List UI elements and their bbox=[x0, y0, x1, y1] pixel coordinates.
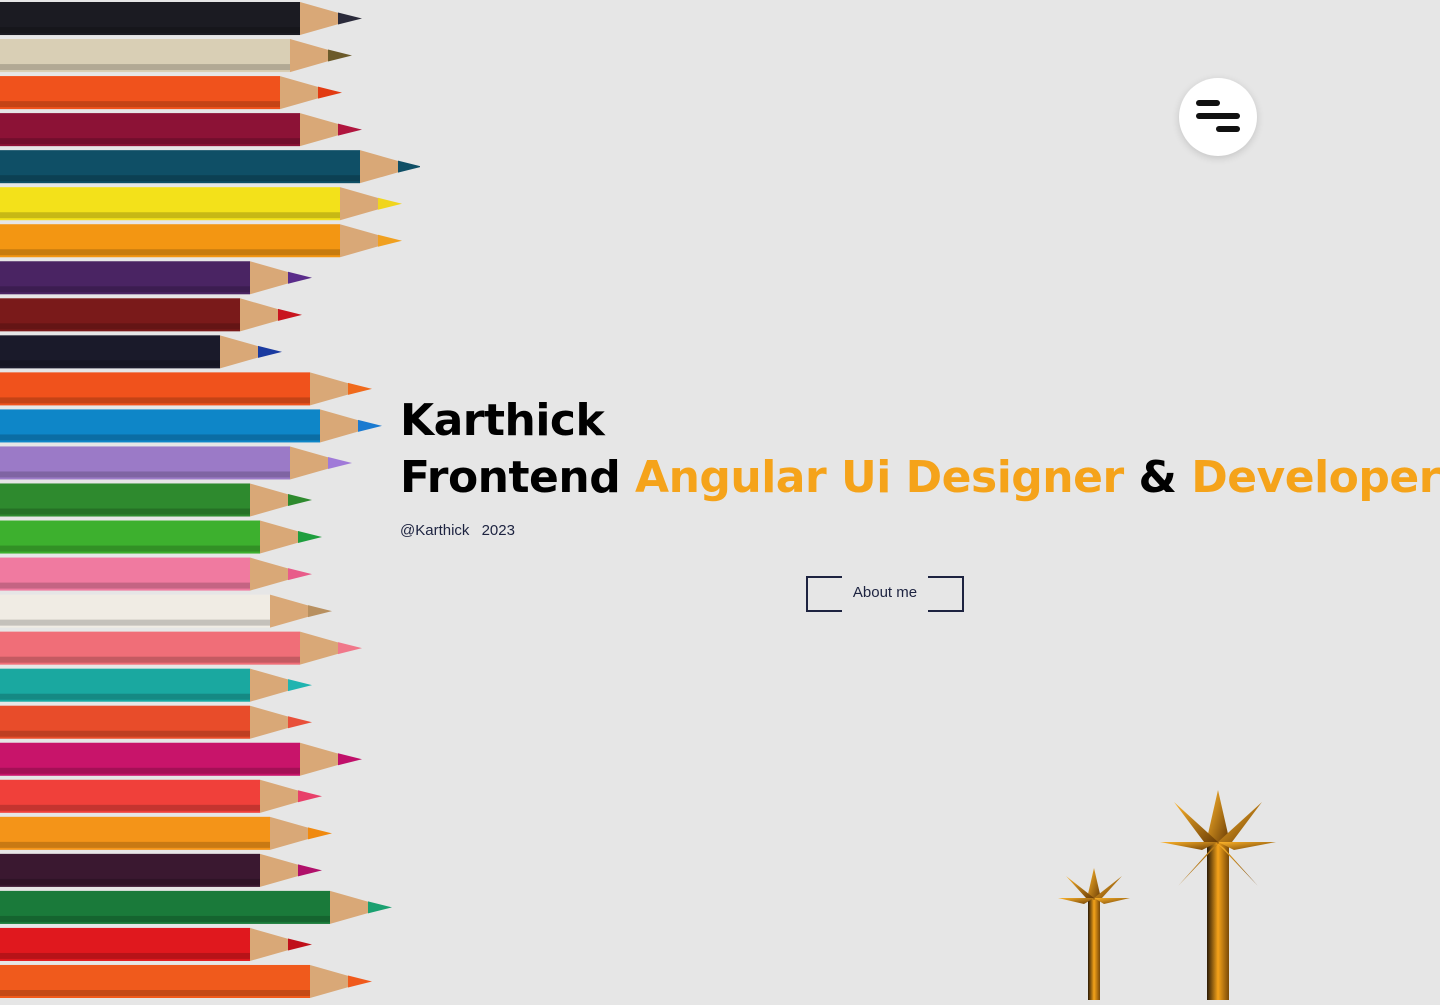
pencils-illustration bbox=[0, 2, 420, 998]
pencil bbox=[0, 150, 420, 184]
pencil bbox=[0, 335, 282, 369]
large-palm bbox=[1160, 790, 1276, 1000]
hero-role: Frontend Angular Ui Designer & Developer bbox=[400, 448, 1440, 508]
menu-icon-bar bbox=[1216, 126, 1240, 132]
role-connector: & bbox=[1138, 452, 1177, 503]
pencil bbox=[0, 113, 362, 147]
pencil bbox=[0, 409, 382, 443]
pencil bbox=[0, 298, 302, 332]
pencil bbox=[0, 372, 372, 406]
palm-trees-illustration bbox=[1058, 790, 1276, 1005]
small-palm bbox=[1058, 868, 1130, 1005]
pencil bbox=[0, 557, 312, 591]
pencil bbox=[0, 853, 322, 887]
pencil bbox=[0, 520, 322, 554]
pencil bbox=[0, 594, 332, 628]
palm-trees-decoration bbox=[1040, 780, 1290, 1005]
credit-handle: @Karthick bbox=[400, 522, 470, 539]
menu-icon-bar bbox=[1196, 113, 1240, 119]
pencil bbox=[0, 76, 342, 110]
about-me-label: About me bbox=[852, 584, 918, 601]
pencil bbox=[0, 631, 362, 665]
pencil bbox=[0, 2, 362, 36]
pencil bbox=[0, 224, 402, 258]
pencil bbox=[0, 927, 312, 961]
pencil bbox=[0, 483, 312, 517]
pencil bbox=[0, 261, 312, 295]
pencil bbox=[0, 890, 392, 924]
pencil bbox=[0, 742, 362, 776]
menu-button[interactable] bbox=[1179, 78, 1257, 156]
pencil bbox=[0, 816, 332, 850]
role-prefix: Frontend bbox=[400, 452, 621, 503]
role-accent-designer: Angular Ui Designer bbox=[635, 452, 1124, 503]
colored-pencils-image bbox=[0, 0, 420, 1000]
pencil bbox=[0, 779, 322, 813]
pencil bbox=[0, 964, 372, 998]
pencil bbox=[0, 446, 352, 480]
pencil bbox=[0, 705, 312, 739]
hero-name: Karthick bbox=[400, 395, 605, 446]
role-accent-developer: Developer bbox=[1191, 452, 1440, 503]
credit-year: 2023 bbox=[481, 522, 515, 539]
about-me-button[interactable]: About me bbox=[806, 576, 964, 612]
menu-icon bbox=[1196, 100, 1220, 106]
pencil bbox=[0, 668, 312, 702]
pencil bbox=[0, 39, 352, 73]
credit-line: @Karthick 2023 bbox=[400, 522, 1440, 539]
pencil bbox=[0, 187, 402, 221]
hero-section: Karthick Frontend Angular Ui Designer & … bbox=[400, 394, 1440, 539]
